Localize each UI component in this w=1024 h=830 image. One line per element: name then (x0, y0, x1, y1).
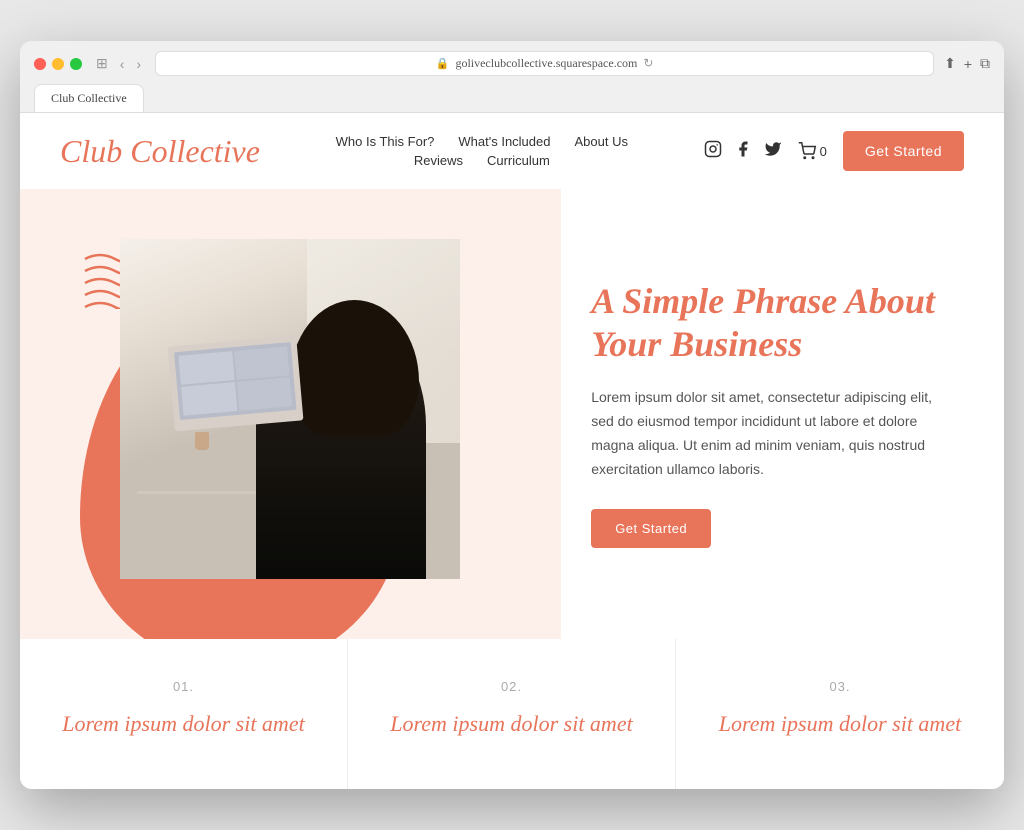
feature-title-3: Lorem ipsum dolor sit amet (716, 710, 964, 739)
nav-row-2: Reviews Curriculum (414, 153, 550, 168)
tab-label: Club Collective (51, 91, 127, 105)
hero-headline: A Simple Phrase About Your Business (591, 280, 954, 366)
site-nav: Who Is This For? What's Included About U… (336, 134, 628, 168)
twitter-icon[interactable] (764, 140, 782, 163)
traffic-lights (34, 58, 82, 70)
feature-item-2: 02. Lorem ipsum dolor sit amet (348, 639, 676, 789)
site-logo[interactable]: Club Collective (60, 133, 260, 170)
feature-number-1: 01. (60, 679, 307, 694)
hero-get-started-button[interactable]: Get Started (591, 509, 711, 548)
nav-reviews[interactable]: Reviews (414, 153, 463, 168)
features-section: 01. Lorem ipsum dolor sit amet 02. Lorem… (20, 639, 1004, 789)
address-bar-row: 🔒 goliveclubcollective.squarespace.com ↻ (155, 51, 934, 76)
hero-photo (120, 239, 460, 579)
feature-item-3: 03. Lorem ipsum dolor sit amet (676, 639, 1004, 789)
website: Club Collective Who Is This For? What's … (20, 113, 1004, 789)
close-button[interactable] (34, 58, 46, 70)
hero-left (20, 189, 561, 639)
facebook-icon[interactable] (734, 140, 752, 163)
feature-number-2: 02. (388, 679, 635, 694)
share-button[interactable] (944, 55, 956, 72)
social-icons (704, 140, 782, 163)
nav-about-us[interactable]: About Us (574, 134, 627, 149)
nav-whats-included[interactable]: What's Included (458, 134, 550, 149)
back-button[interactable] (116, 54, 129, 74)
feature-title-2: Lorem ipsum dolor sit amet (388, 710, 635, 739)
url-text: goliveclubcollective.squarespace.com (455, 56, 637, 71)
copy-button[interactable] (980, 55, 990, 72)
hero-section: A Simple Phrase About Your Business Lore… (20, 189, 1004, 639)
instagram-icon[interactable] (704, 140, 722, 163)
nav-who-is-this-for[interactable]: Who Is This For? (336, 134, 435, 149)
feature-title-1: Lorem ipsum dolor sit amet (60, 710, 307, 739)
header-right: 0 Get Started (704, 131, 964, 171)
new-tab-button[interactable] (964, 56, 972, 72)
sidebar-toggle-button[interactable]: ⊞ (92, 53, 112, 74)
active-tab[interactable]: Club Collective (34, 84, 144, 112)
browser-chrome: ⊞ 🔒 goliveclubcollective.squarespace.com… (20, 41, 1004, 113)
nav-row-1: Who Is This For? What's Included About U… (336, 134, 628, 149)
cart-count: 0 (820, 144, 827, 159)
maximize-button[interactable] (70, 58, 82, 70)
forward-button[interactable] (132, 54, 145, 74)
cart-icon[interactable]: 0 (798, 142, 827, 160)
minimize-button[interactable] (52, 58, 64, 70)
feature-item-1: 01. Lorem ipsum dolor sit amet (20, 639, 348, 789)
browser-window: ⊞ 🔒 goliveclubcollective.squarespace.com… (20, 41, 1004, 789)
browser-actions (944, 55, 990, 72)
feature-number-3: 03. (716, 679, 964, 694)
hero-right: A Simple Phrase About Your Business Lore… (561, 189, 1004, 639)
nav-curriculum[interactable]: Curriculum (487, 153, 550, 168)
hero-body-text: Lorem ipsum dolor sit amet, consectetur … (591, 386, 954, 481)
reload-icon[interactable]: ↻ (643, 56, 653, 71)
header-get-started-button[interactable]: Get Started (843, 131, 964, 171)
site-header: Club Collective Who Is This For? What's … (20, 113, 1004, 189)
address-bar[interactable]: 🔒 goliveclubcollective.squarespace.com ↻ (155, 51, 934, 76)
browser-tabs: Club Collective (34, 84, 990, 112)
lock-icon: 🔒 (436, 57, 450, 70)
